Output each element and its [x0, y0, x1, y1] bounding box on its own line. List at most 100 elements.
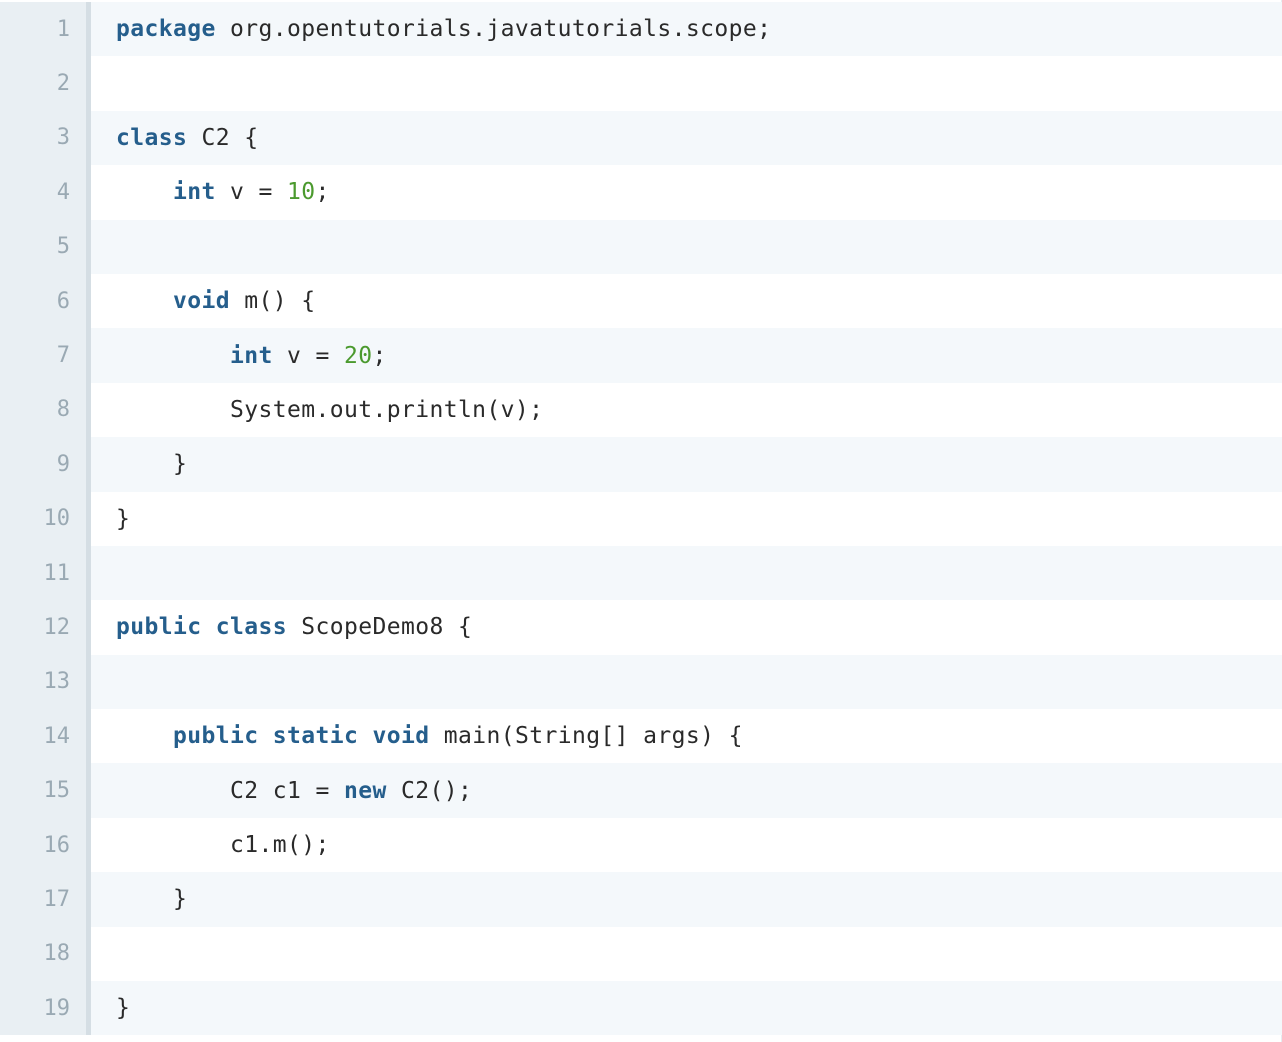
line-number: 15	[0, 763, 86, 818]
code-token: ScopeDemo8 {	[286, 614, 473, 641]
code-line: 2	[0, 56, 1282, 111]
code-line: 16 c1.m();	[0, 817, 1282, 873]
code-keyword: int	[229, 342, 273, 369]
line-number: 9	[0, 437, 86, 492]
code-line: 14 public static void main(String[] args…	[0, 709, 1282, 764]
code-line: 17 }	[0, 872, 1282, 927]
code-line: 3 class C2 {	[0, 110, 1282, 166]
code-token: C2 c1 =	[229, 777, 344, 804]
line-number: 5	[0, 219, 86, 274]
code-text: }	[91, 437, 1282, 492]
line-number: 14	[0, 709, 86, 764]
code-token: }	[116, 505, 131, 532]
code-token: m() {	[230, 288, 316, 315]
code-keyword: class	[215, 614, 287, 641]
line-number: 2	[0, 56, 86, 111]
line-number: 8	[0, 382, 86, 438]
code-keyword: int	[173, 179, 216, 206]
line-number: 10	[0, 491, 86, 546]
code-text: void m() {	[91, 273, 1282, 329]
code-keyword: public	[116, 614, 202, 641]
code-text: C2 c1 = new C2();	[91, 763, 1282, 818]
code-token: v =	[215, 179, 287, 206]
code-token: v =	[272, 342, 344, 369]
code-text: }	[91, 872, 1282, 927]
code-keyword: class	[116, 124, 188, 151]
code-text: int v = 20;	[91, 328, 1282, 383]
line-number: 19	[0, 981, 86, 1036]
code-text	[91, 56, 1282, 111]
code-token: }	[173, 886, 188, 913]
code-line: 7 int v = 20;	[0, 328, 1282, 383]
code-keyword: public	[173, 723, 259, 750]
code-text: public class ScopeDemo8 {	[91, 600, 1282, 655]
code-token: C2 {	[187, 124, 259, 151]
code-text: c1.m();	[91, 817, 1282, 873]
code-line: 4 int v = 10;	[0, 165, 1282, 220]
code-number: 10	[287, 179, 316, 206]
code-line: 12 public class ScopeDemo8 {	[0, 600, 1282, 655]
code-number: 20	[343, 342, 373, 369]
code-token: c1.m();	[229, 832, 330, 859]
code-line: 10}	[0, 491, 1282, 546]
code-text	[91, 545, 1282, 601]
code-line: 8 System.out.println(v);	[0, 382, 1282, 438]
line-number: 12	[0, 600, 86, 655]
code-token: }	[173, 451, 188, 478]
line-number: 3	[0, 110, 86, 166]
code-viewer: 1 package org.opentutorials.javatutorials…	[0, 0, 1282, 1042]
line-number: 13	[0, 654, 86, 710]
code-keyword: static	[272, 723, 359, 750]
code-token: ;	[372, 342, 387, 369]
code-token: System.out.println(v);	[229, 396, 544, 423]
code-line: 9 }	[0, 437, 1282, 492]
code-line: 1 package org.opentutorials.javatutorials…	[0, 2, 1282, 57]
line-number: 6	[0, 273, 86, 329]
code-line: 13	[0, 654, 1282, 710]
line-number: 7	[0, 328, 86, 383]
code-text	[91, 219, 1282, 274]
code-token: }	[116, 995, 131, 1022]
code-line: 6 void m() {	[0, 273, 1282, 329]
code-token: main(String[] args) {	[429, 723, 743, 750]
code-text: package org.opentutorials.javatutorials.…	[91, 2, 1282, 57]
code-text: System.out.println(v);	[91, 382, 1282, 438]
code-line: 5	[0, 219, 1282, 274]
code-text: }	[91, 981, 1282, 1036]
code-line: 18	[0, 926, 1282, 982]
line-number: 11	[0, 545, 86, 601]
code-keyword: void	[173, 288, 230, 315]
code-text	[91, 926, 1282, 982]
line-number: 17	[0, 872, 86, 927]
code-text: public static void main(String[] args) {	[91, 709, 1282, 764]
line-number: 1	[0, 2, 86, 57]
code-line: 19}	[0, 981, 1282, 1036]
code-text: class C2 {	[91, 110, 1282, 166]
code-token: C2();	[386, 777, 473, 804]
line-number: 4	[0, 165, 86, 220]
code-keyword: void	[372, 723, 430, 750]
code-line: 11	[0, 545, 1282, 601]
code-keyword: package	[116, 16, 216, 43]
code-lines: 1 package org.opentutorials.javatutorials…	[0, 2, 1282, 1036]
code-line: 15 C2 c1 = new C2();	[0, 763, 1282, 818]
code-keyword: new	[343, 777, 387, 804]
code-token: org.opentutorials.javatutorials.scope;	[215, 16, 772, 43]
line-number: 16	[0, 817, 86, 873]
code-text: int v = 10;	[91, 165, 1282, 220]
code-text: }	[91, 491, 1282, 546]
line-number: 18	[0, 926, 86, 982]
code-token: ;	[315, 179, 330, 206]
